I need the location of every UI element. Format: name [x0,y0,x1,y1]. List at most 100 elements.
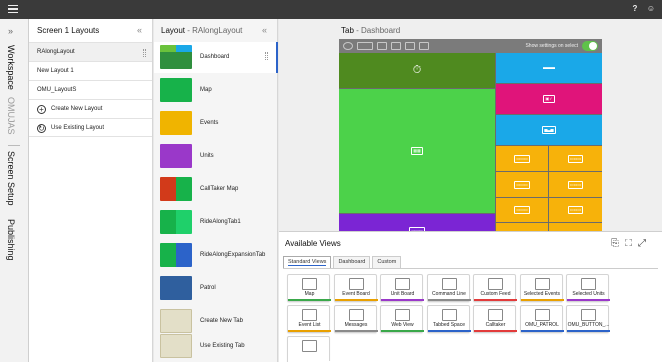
fit-icon[interactable]: ⛶ [625,238,638,249]
view-card[interactable]: OMU_PATROL [519,305,564,333]
view-card[interactable] [287,336,331,362]
tab-item-patrol[interactable]: Patrol [154,273,278,304]
hamburger-menu-icon[interactable] [8,5,18,13]
view-card-label: OMU_BUTTON_... [567,322,610,328]
import-icon[interactable]: ⎘ [611,238,625,249]
view-card[interactable]: Command Line [426,274,471,302]
view-card[interactable]: Selected Units [566,274,610,302]
pane-custom-feed[interactable]: ▣✓ [496,84,602,114]
help-icon[interactable]: ? [630,4,640,14]
view-card-label: Tabbed Space [433,322,465,328]
tab-item-label: Events [200,120,219,126]
rail-item-publishing[interactable]: Publishing [6,219,16,261]
view-card-icon [581,309,596,321]
collapse-icon[interactable]: « [137,19,142,42]
tab-item-ridealong-expansion[interactable]: RideAlongExpansionTab [154,240,278,271]
view-card-label: Selected Units [572,291,605,297]
user-icon[interactable]: ☺ [646,4,656,14]
view-card-color-bar [334,299,378,301]
view-card-label: Web View [391,322,414,328]
tab-item-dashboard[interactable]: Dashboard [154,42,278,73]
create-new-layout-button[interactable]: + Create New Layout [29,99,152,118]
rail-item-screen-setup[interactable]: Screen Setup [6,151,16,206]
pane-event-4[interactable]: ▭▭▭ [549,172,602,197]
tab-item-map[interactable]: Map [154,75,278,106]
view-card[interactable]: Selected Events [519,274,564,302]
view-card-label: Event List [298,322,321,328]
screen-layouts-title: Screen 1 Layouts [37,26,100,35]
layout-row[interactable]: RAlongLayout [29,42,152,61]
view-card[interactable]: Unit Board [380,274,424,302]
layout-header: Layout - RAlongLayout « [154,19,277,42]
view-card[interactable]: Map [287,274,331,302]
view-card-color-bar [520,330,564,332]
view-card-icon [441,309,457,321]
tab-custom[interactable]: Custom [372,256,402,268]
pane-event-1[interactable]: ▭▭▭ [496,146,548,171]
existing-tab-thumbnail-icon [160,334,192,358]
use-existing-tab-button[interactable]: Use Existing Tab [154,331,278,362]
event-icon: ▭▭▭ [567,206,584,214]
undo-icon[interactable] [343,42,353,50]
view-card[interactable]: Calltaker [473,305,517,333]
tab-item-units[interactable]: Units [154,141,278,172]
layout-row[interactable]: New Layout 1 [29,61,152,80]
rail-item-omujas[interactable]: OMUJAS [6,97,16,135]
view-card-icon [488,278,503,290]
split-dropdown-icon[interactable] [357,42,373,50]
view-card-icon [534,309,550,321]
create-tab-thumbnail-icon [160,309,192,333]
tab-item-ridealongtab1[interactable]: RideAlongTab1 [154,207,278,238]
tab-dashboard[interactable]: Dashboard [333,256,371,268]
delete-pane-icon[interactable] [419,42,429,50]
screen-layouts-header: Screen 1 Layouts « [29,19,152,42]
split-horizontal-icon[interactable] [377,42,387,50]
show-settings-toggle[interactable] [582,41,598,51]
tab-item-events[interactable]: Events [154,108,278,139]
view-card[interactable]: Web View [380,305,424,333]
tab-item-label: Use Existing Tab [200,343,245,349]
merge-icon[interactable] [405,42,415,50]
view-card-icon [348,278,364,290]
view-card[interactable]: Custom Feed [473,274,517,302]
use-existing-layout-button[interactable]: ↻ Use Existing Layout [29,118,152,137]
layout-canvas: Show settings on select ⏱ ▦▦ ▭▭▭ ▬▬ ▣✓ ▅… [339,39,602,247]
ridealong-thumbnail-icon [160,210,192,234]
view-card-icon [302,309,317,321]
event-icon: ▭▭▭ [514,206,530,214]
view-card[interactable]: Messages [333,305,378,333]
create-new-layout-label: Create New Layout [51,106,103,112]
pane-timer[interactable]: ⏱ [339,53,495,88]
view-card[interactable]: Tabbed Space [426,305,471,333]
drag-handle-icon[interactable] [143,49,146,57]
tab-item-calltaker-map[interactable]: CallTaker Map [154,174,278,205]
pane-command-line[interactable]: ▬▬ [496,53,602,83]
ridealong-expansion-thumbnail-icon [160,243,192,267]
tabs-divider [283,268,658,269]
pane-web-view[interactable]: ▅▃▅ [496,115,602,145]
view-card[interactable]: Event Board [333,274,378,302]
layout-title: Layout [161,26,186,35]
pane-map[interactable]: ▦▦ [339,89,495,213]
split-vertical-icon[interactable] [391,42,401,50]
expand-rail-icon[interactable]: » [8,26,13,36]
pane-event-2[interactable]: ▭▭▭ [549,146,602,171]
top-bar: ? ☺ [0,0,662,19]
layout-row[interactable]: OMU_LayoutS [29,80,152,99]
view-card[interactable]: OMU_BUTTON_... [566,305,610,333]
pane-event-6[interactable]: ▭▭▭ [549,198,602,222]
pane-event-5[interactable]: ▭▭▭ [496,198,548,222]
collapse-icon[interactable]: « [262,19,267,42]
view-card-label: Unit Board [390,291,415,297]
bar-icon: ▬▬ [543,65,555,71]
rail-item-workspace[interactable]: Workspace [6,45,16,90]
tab-standard-views[interactable]: Standard Views [283,256,332,268]
view-card[interactable]: Event List [287,305,331,333]
view-card-label: Command Line [432,291,466,297]
rail-separator [8,145,20,146]
pane-event-3[interactable]: ▭▭▭ [496,172,548,197]
expand-icon[interactable]: ⤢ [638,238,652,249]
layout-row-label: New Layout 1 [37,68,74,74]
drag-handle-icon[interactable] [265,52,268,60]
view-card-label: Custom Feed [480,291,511,297]
